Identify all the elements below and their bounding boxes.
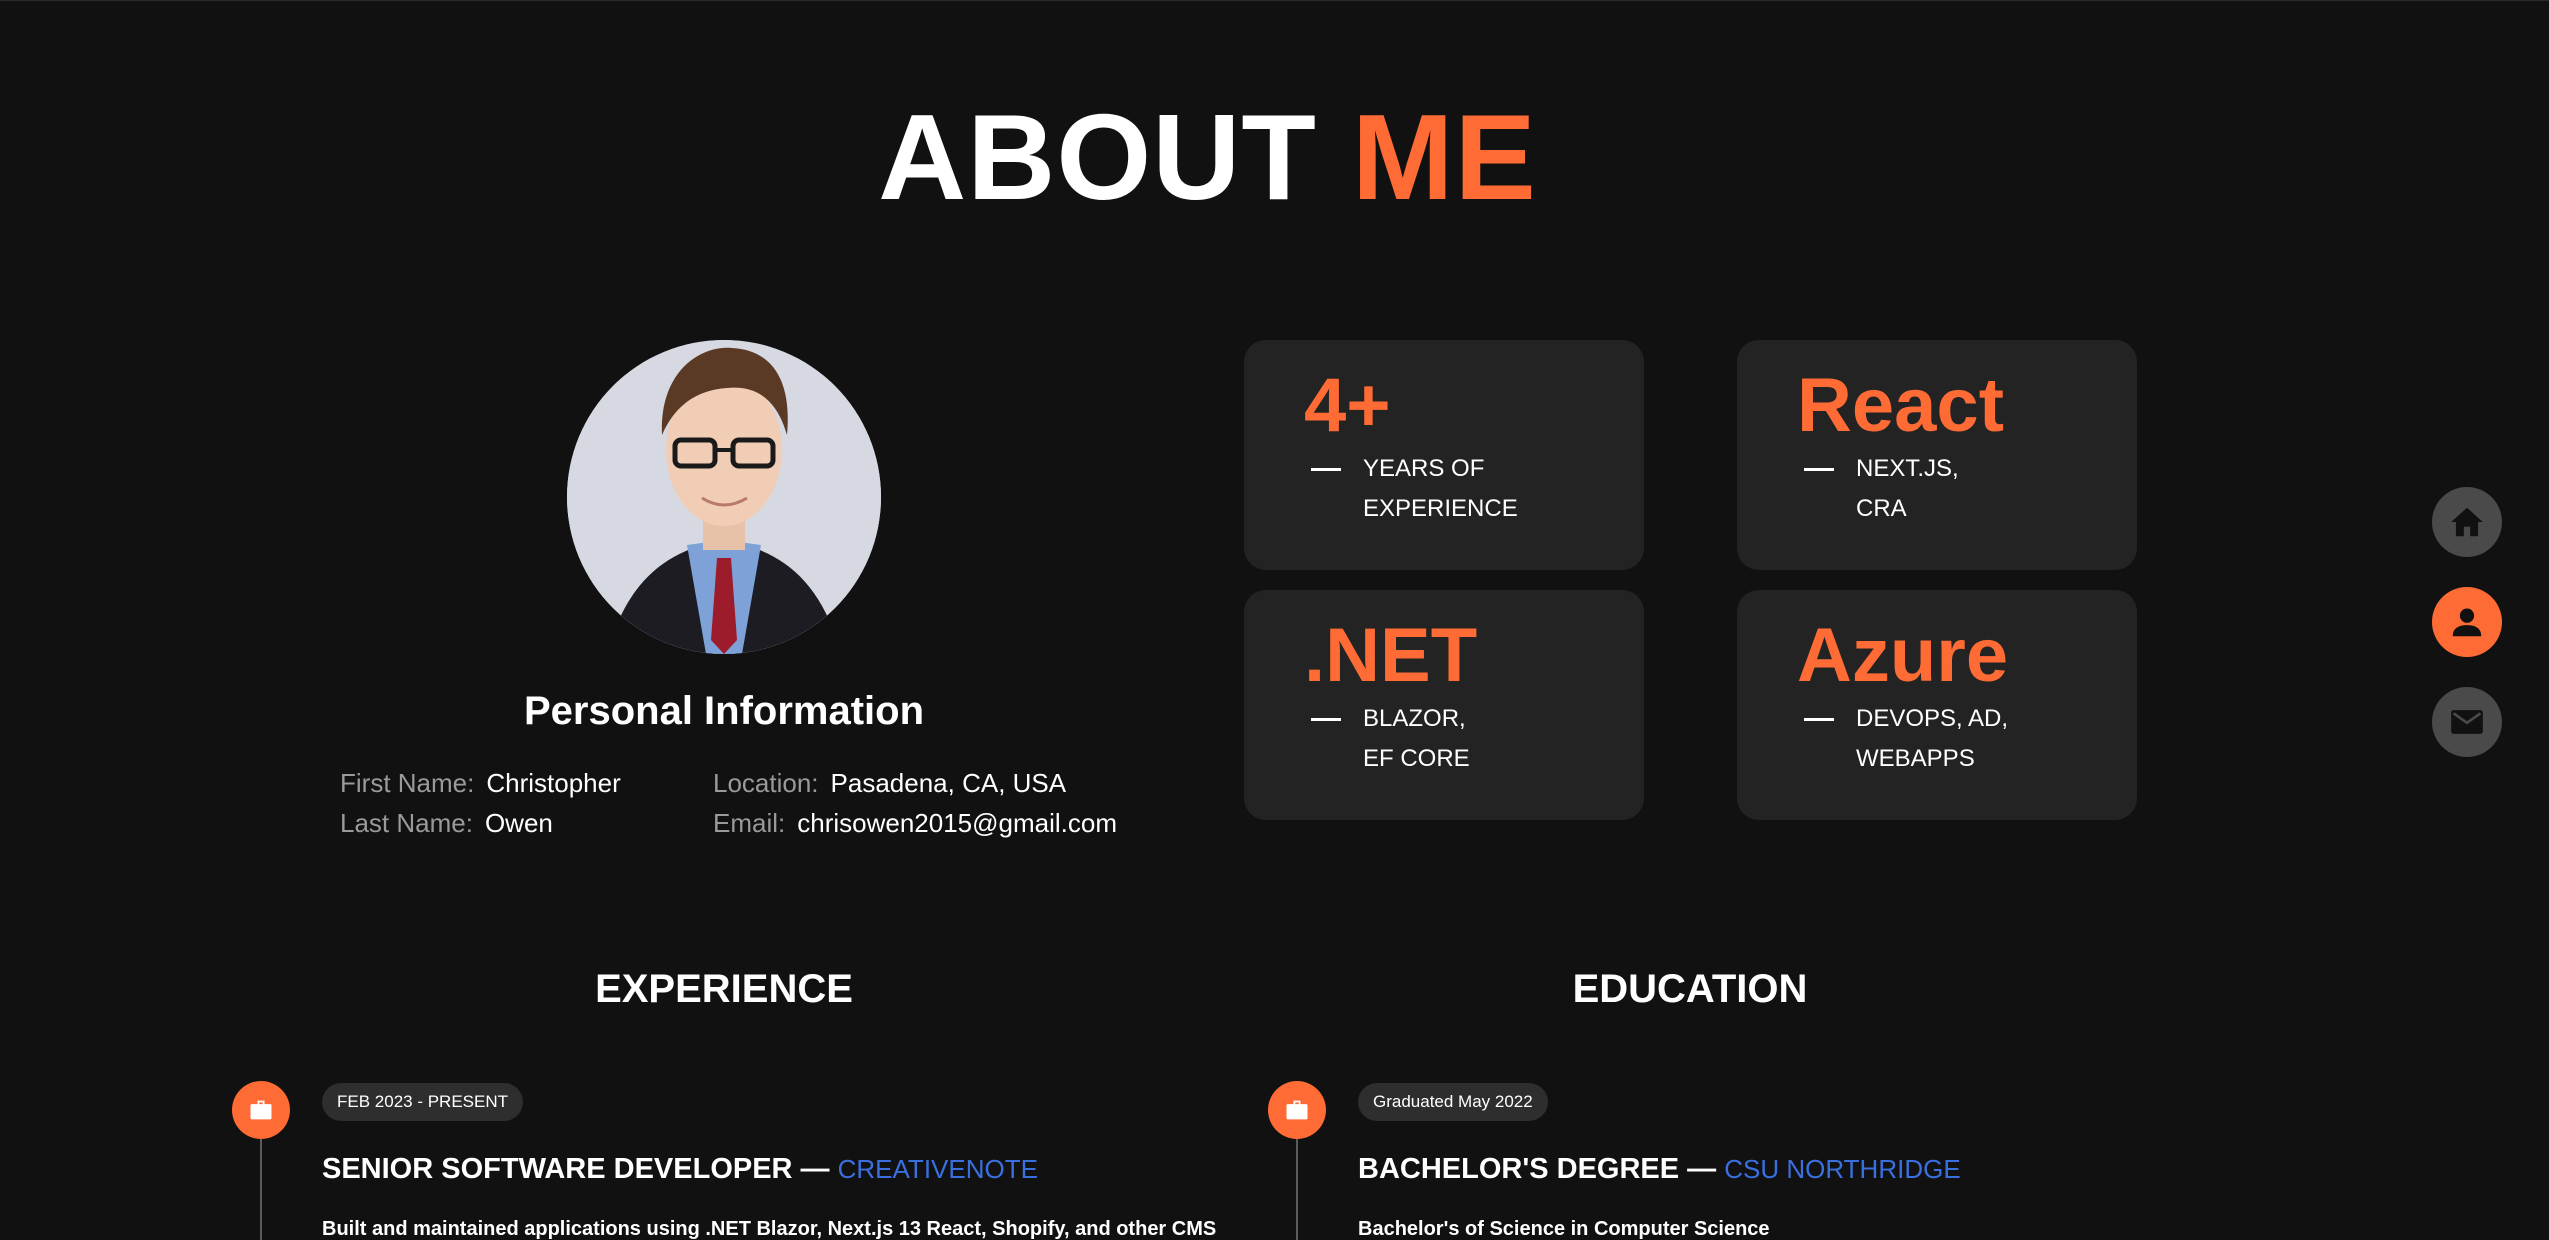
stat-line-2: EF CORE [1363,745,1470,772]
stat-line-1: YEARS OF [1363,455,1485,482]
last-name-row: Last Name: Owen [340,808,553,839]
personal-info-heading: Personal Information [523,689,925,733]
stat-description: NEXT.JS, CRA [1856,449,1959,529]
avatar [567,340,881,654]
page-title-accent: ME [1351,89,1537,225]
stat-line-1: DEVOPS, AD, [1856,705,2009,732]
nav-home-button[interactable] [2432,487,2502,557]
experience-company-link[interactable]: CREATIVENOTE [838,1154,1038,1184]
stat-card-experience: 4+ YEARS OF EXPERIENCE [1244,340,1644,570]
experience-title: SENIOR SOFTWARE DEVELOPER — CREATIVENOTE [322,1153,1038,1186]
dash-divider [1311,718,1341,721]
about-page: ABOUT ME Personal Information First Name… [0,0,2549,1240]
email-label: Email: [713,808,786,838]
home-icon [2451,507,2483,537]
experience-description: Built and maintained applications using … [322,1218,1217,1240]
title-separator: — [1679,1153,1725,1185]
location-row: Location: Pasadena, CA, USA [713,768,1066,799]
dash-divider [1311,468,1341,471]
stat-value: 4+ [1304,363,1391,448]
page-title-main: ABOUT [878,89,1317,225]
location-value: Pasadena, CA, USA [830,768,1067,798]
education-description: Bachelor's of Science in Computer Scienc… [1358,1218,1770,1240]
last-name-label: Last Name: [340,808,473,838]
briefcase-icon [1286,1100,1308,1120]
stat-line-2: EXPERIENCE [1363,495,1518,522]
education-degree: BACHELOR'S DEGREE [1358,1153,1680,1185]
profile-photo [567,340,881,654]
stat-card-react: React NEXT.JS, CRA [1737,340,2137,570]
stat-value: React [1797,363,2004,448]
stat-card-azure: Azure DEVOPS, AD, WEBAPPS [1737,590,2137,820]
briefcase-icon [250,1100,272,1120]
stat-line-1: NEXT.JS, [1856,455,1959,482]
nav-about-button[interactable] [2432,587,2502,657]
dash-divider [1804,468,1834,471]
email-value[interactable]: chrisowen2015@gmail.com [797,808,1117,838]
stat-line-2: CRA [1856,495,1907,522]
education-timeline-marker [1268,1081,1326,1139]
first-name-value: Christopher [486,768,621,798]
stat-description: DEVOPS, AD, WEBAPPS [1856,699,2008,779]
stat-description: BLAZOR, EF CORE [1363,699,1470,779]
stat-description: YEARS OF EXPERIENCE [1363,449,1518,529]
experience-role: SENIOR SOFTWARE DEVELOPER [322,1153,793,1185]
person-icon [2452,608,2482,637]
email-row: Email: chrisowen2015@gmail.com [713,808,1117,839]
page-title: ABOUT ME [0,96,2415,218]
education-timeline-line [1296,1135,1298,1240]
first-name-label: First Name: [340,768,475,798]
stat-value: .NET [1304,613,1478,698]
stat-line-1: BLAZOR, [1363,705,1466,732]
education-school-link[interactable]: CSU NORTHRIDGE [1724,1154,1960,1184]
education-title: BACHELOR'S DEGREE — CSU NORTHRIDGE [1358,1153,1961,1186]
dash-divider [1804,718,1834,721]
experience-date-badge: FEB 2023 - PRESENT [322,1083,524,1121]
nav-contact-button[interactable] [2432,687,2502,757]
education-heading: EDUCATION [1572,967,1808,1011]
mail-icon [2451,710,2483,734]
education-date-badge: Graduated May 2022 [1358,1083,1548,1121]
last-name-value: Owen [484,808,553,838]
experience-timeline-marker [232,1081,290,1139]
title-separator: — [792,1153,838,1185]
first-name-row: First Name: Christopher [340,768,621,799]
experience-timeline-line [260,1135,262,1240]
location-label: Location: [713,768,819,798]
stat-line-2: WEBAPPS [1856,745,1975,772]
experience-heading: EXPERIENCE [595,967,853,1011]
stat-value: Azure [1797,613,2009,698]
stat-card-dotnet: .NET BLAZOR, EF CORE [1244,590,1644,820]
